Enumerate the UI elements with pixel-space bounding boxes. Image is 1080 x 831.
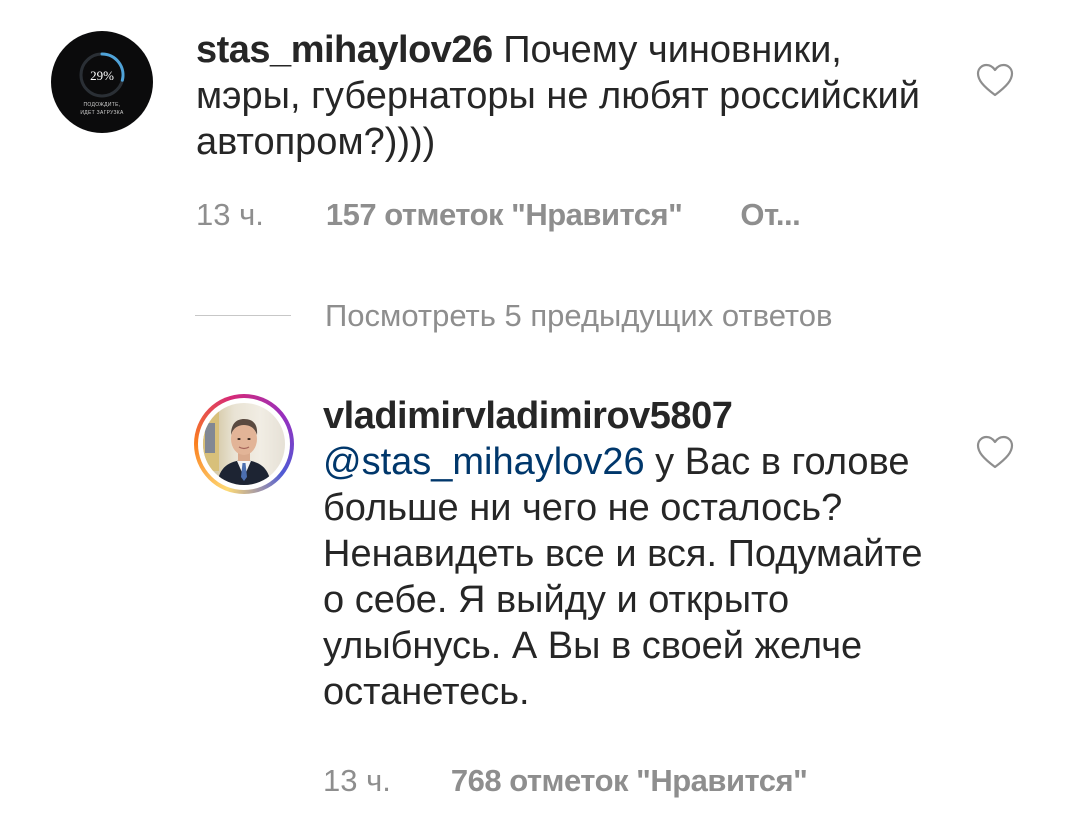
person-portrait-icon: [203, 411, 271, 485]
avatar[interactable]: 29% ПОДОЖДИТЕ, ИДЕТ ЗАГРУЗКА: [51, 31, 153, 133]
view-previous-replies-label[interactable]: Посмотреть 5 предыдущих ответов: [325, 298, 833, 334]
reply-button[interactable]: От...: [740, 197, 800, 233]
comment-time[interactable]: 13 ч.: [323, 763, 391, 799]
comment-text: stas_mihaylov26 Почему чиновники, мэры, …: [196, 27, 936, 165]
comment-username[interactable]: stas_mihaylov26: [196, 29, 493, 71]
comment-likes[interactable]: 157 отметок "Нравится": [326, 197, 683, 233]
comment-stas-mihaylov26: 29% ПОДОЖДИТЕ, ИДЕТ ЗАГРУЗКА stas_mihayl…: [0, 0, 1080, 240]
comment-mention[interactable]: @stas_mihaylov26: [323, 441, 645, 483]
avatar[interactable]: [194, 394, 294, 494]
comment-meta: 13 ч. 768 отметок "Нравится": [323, 763, 808, 799]
avatar-photo: [203, 403, 285, 485]
heart-outline-icon[interactable]: [975, 62, 1015, 98]
comment-likes[interactable]: 768 отметок "Нравится": [451, 763, 808, 799]
comment-username[interactable]: vladimirvladimirov5807: [323, 395, 733, 437]
heart-outline-icon[interactable]: [975, 434, 1015, 470]
loading-percent: 29%: [90, 68, 114, 83]
divider-line: [195, 315, 291, 316]
comment-meta: 13 ч. 157 отметок "Нравится" От...: [196, 197, 801, 233]
comment-text: vladimirvladimirov5807 @stas_mihaylov26 у…: [323, 393, 943, 715]
loading-caption: ИДЕТ ЗАГРУЗКА: [80, 110, 124, 116]
comment-time[interactable]: 13 ч.: [196, 197, 264, 233]
loading-caption: ПОДОЖДИТЕ,: [83, 102, 121, 108]
